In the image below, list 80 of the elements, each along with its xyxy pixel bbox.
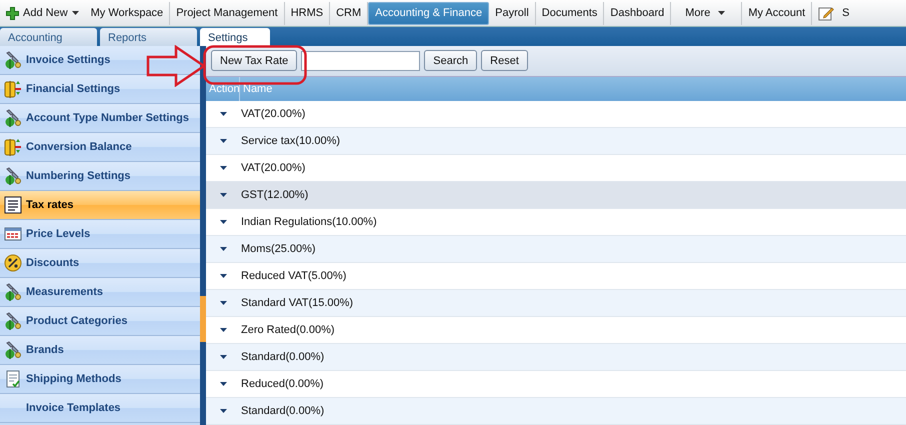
column-header: Name: [242, 82, 272, 97]
table-cell-text: Indian Regulations(10.00%): [240, 214, 377, 230]
dropdown-caret-icon[interactable]: [220, 112, 226, 116]
table-cell-text: GST(12.00%): [240, 188, 308, 203]
menu-tab[interactable]: Dashboard: [604, 2, 672, 24]
wrench-dollar-icon: [4, 51, 22, 69]
dropdown-caret-icon[interactable]: [220, 409, 226, 413]
plus-icon: [6, 6, 19, 20]
dropdown-caret-icon[interactable]: [220, 247, 226, 251]
table-cell-text: Reduced(0.00%): [240, 376, 324, 392]
dropdown-caret-icon[interactable]: [220, 301, 226, 305]
tab[interactable]: Settings: [200, 28, 270, 46]
dropdown-caret-icon[interactable]: [220, 166, 226, 170]
table-cell-text: Standard VAT(15.00%): [240, 296, 354, 311]
sidebar-item[interactable]: Discounts: [0, 249, 200, 278]
dropdown-caret-icon[interactable]: [220, 355, 226, 359]
menu-tab[interactable]: My Workspace: [84, 2, 170, 24]
arrow-annotation: [146, 45, 206, 87]
table-row[interactable]: Standard(0.00%): [206, 398, 906, 425]
table-cell-text: Service tax(10.00%): [240, 134, 340, 149]
table-cell-text: VAT(20.00%): [240, 160, 306, 176]
search-field[interactable]: [301, 50, 420, 71]
caret-icon: [72, 11, 79, 15]
dropdown-caret-icon[interactable]: [220, 139, 226, 143]
dropdown-caret-icon[interactable]: [220, 382, 226, 386]
caret-icon: [718, 11, 726, 15]
percent-coin-icon: [4, 254, 22, 272]
splitter-bar[interactable]: [200, 46, 206, 425]
sidebar-item[interactable]: Conversion Balance: [0, 133, 200, 162]
dropdown-caret-icon[interactable]: [220, 274, 226, 278]
wrench-dollar-icon: [4, 312, 22, 330]
add-new-button[interactable]: Add New: [0, 2, 85, 24]
menu-tab[interactable]: S: [812, 2, 856, 24]
table-row[interactable]: Standard VAT(15.00%): [206, 290, 906, 317]
table-cell-text: VAT(20.00%): [240, 106, 306, 122]
table-row[interactable]: Service tax(10.00%): [206, 128, 906, 155]
dropdown-caret-icon[interactable]: [220, 220, 226, 224]
price-tag-icon: [4, 225, 22, 243]
checked-document-icon: [4, 370, 22, 388]
reset-button[interactable]: Reset: [481, 50, 528, 72]
table-cell-text: Standard(0.00%): [240, 350, 324, 365]
tab[interactable]: Reports: [100, 28, 197, 46]
tab[interactable]: Accounting: [0, 28, 97, 46]
sidebar-item[interactable]: Invoice Settings: [0, 46, 200, 75]
table-cell-text: Reduced VAT(5.00%): [240, 268, 346, 284]
wrench-dollar-icon: [4, 341, 22, 359]
wrench-dollar-icon: [4, 109, 22, 127]
sidebar-item[interactable]: Tax rates: [0, 191, 200, 220]
sidebar-item[interactable]: Financial Settings: [0, 75, 200, 104]
table-row[interactable]: Moms(25.00%): [206, 236, 906, 263]
wrench-dollar-icon: [4, 167, 22, 185]
sidebar-item[interactable]: Brands: [0, 336, 200, 365]
sidebar-item[interactable]: Price Levels: [0, 220, 200, 249]
dropdown-caret-icon[interactable]: [220, 193, 226, 197]
menu-tab[interactable]: Payroll: [489, 2, 536, 24]
sidebar-item[interactable]: Measurements: [0, 278, 200, 307]
wrench-dollar-icon: [4, 283, 22, 301]
menu-tab[interactable]: My Account: [742, 2, 812, 24]
new-tax-rate-button[interactable]: New Tax Rate: [211, 50, 298, 72]
notepad-icon: [818, 6, 834, 20]
table-cell-text: Zero Rated(0.00%): [240, 322, 335, 338]
menu-tab[interactable]: HRMS: [284, 2, 330, 24]
menu-tab[interactable]: Documents: [536, 2, 604, 24]
dropdown-caret-icon[interactable]: [220, 328, 226, 332]
sidebar-item[interactable]: Account Type Number Settings: [0, 104, 200, 133]
menu-tab[interactable]: Project Management: [170, 2, 285, 24]
more-menu[interactable]: More: [671, 2, 742, 24]
table-row[interactable]: GST(12.00%): [206, 182, 906, 209]
list-icon: [4, 196, 22, 214]
column-header: Action: [206, 76, 240, 101]
search-button[interactable]: Search: [424, 50, 478, 72]
sidebar-item[interactable]: Shipping Methods: [0, 365, 200, 394]
table-cell-text: Moms(25.00%): [240, 242, 316, 257]
menu-tab[interactable]: Accounting & Finance: [368, 2, 490, 24]
sidebar-item[interactable]: Numbering Settings: [0, 162, 200, 191]
table-cell-text: Standard(0.00%): [240, 404, 324, 419]
sidebar-item[interactable]: Invoice Templates: [0, 394, 200, 423]
table-row[interactable]: Standard(0.00%): [206, 344, 906, 371]
collapse-handle[interactable]: [200, 296, 206, 342]
sidebar-item[interactable]: Product Categories: [0, 307, 200, 336]
